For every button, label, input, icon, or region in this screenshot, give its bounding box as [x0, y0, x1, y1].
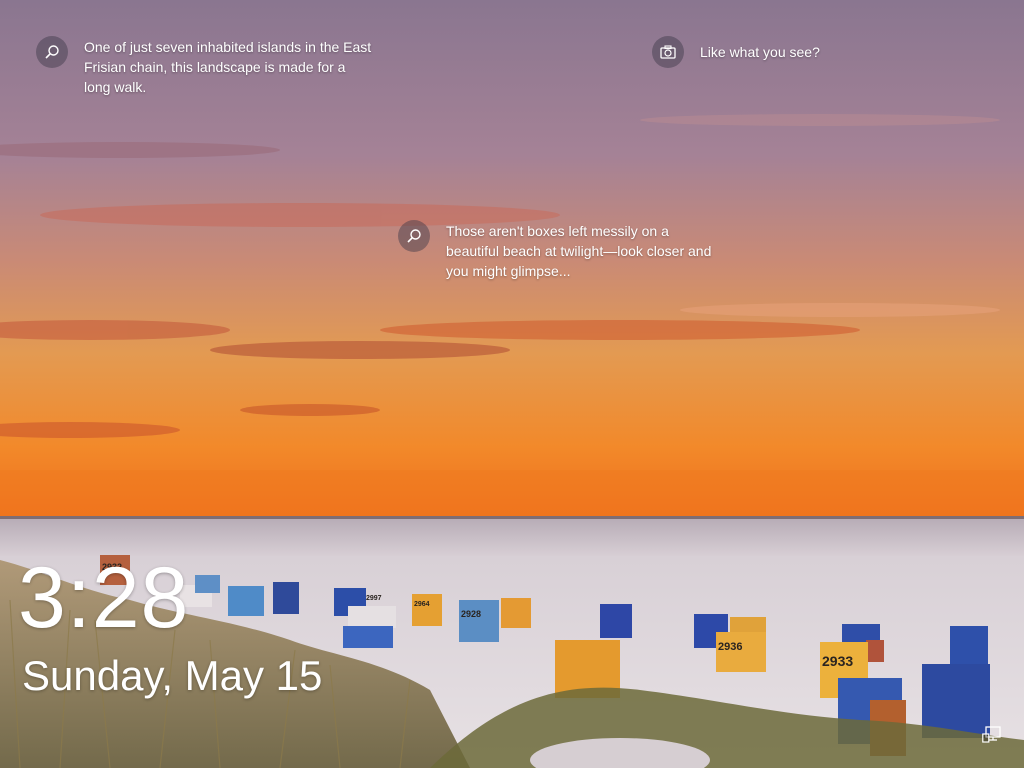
search-icon[interactable]	[398, 220, 430, 252]
hotspot-text: Those aren't boxes left messily on a bea…	[446, 223, 712, 279]
spotlight-hotspot-2[interactable]: Those aren't boxes left messily on a bea…	[398, 220, 721, 281]
beach-chair-number: 2997	[366, 595, 382, 602]
network-icon[interactable]	[982, 726, 1002, 744]
beach-chair-number: 2933	[822, 653, 853, 669]
like-what-you-see-hotspot[interactable]: Like what you see?	[652, 36, 820, 68]
search-icon[interactable]	[36, 36, 68, 68]
beach-chair-number: 2936	[718, 641, 742, 653]
lock-screen-date: Sunday, May 15	[22, 652, 323, 699]
hotspot-text: One of just seven inhabited islands in t…	[84, 39, 372, 95]
beach-chair-number: 2928	[461, 609, 481, 619]
camera-icon[interactable]	[652, 36, 684, 68]
lock-screen-time: 3:28	[18, 550, 190, 646]
beach-chair-number: 2964	[414, 601, 430, 608]
hotspot-text: Like what you see?	[700, 44, 820, 60]
spotlight-hotspot-1[interactable]: One of just seven inhabited islands in t…	[36, 36, 374, 97]
